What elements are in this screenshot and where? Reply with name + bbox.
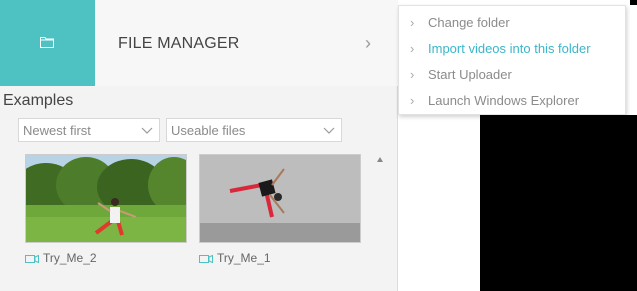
- menu-item-label: Change folder: [428, 15, 510, 30]
- folder-tile[interactable]: [0, 0, 95, 86]
- scroll-up-icon[interactable]: [376, 156, 384, 164]
- chevron-down-icon: [141, 127, 153, 134]
- file-manager-header: FILE MANAGER ›: [0, 0, 398, 86]
- menu-item-change-folder[interactable]: › Change folder: [410, 15, 510, 35]
- video-label[interactable]: Try_Me_1: [199, 251, 271, 265]
- section-title: Examples: [3, 92, 74, 109]
- video-file-icon: [25, 254, 39, 264]
- file-filter-select[interactable]: Useable files: [166, 118, 342, 142]
- menu-item-label: Start Uploader: [428, 67, 512, 82]
- file-filter-select-value: Useable files: [171, 123, 246, 138]
- video-thumbnail[interactable]: [25, 154, 187, 243]
- video-name: Try_Me_1: [217, 251, 271, 265]
- menu-item-start-uploader[interactable]: › Start Uploader: [410, 67, 512, 87]
- menu-item-launch-explorer[interactable]: › Launch Windows Explorer: [410, 93, 579, 113]
- menu-item-label: Import videos into this folder: [428, 41, 591, 56]
- sort-select[interactable]: Newest first: [18, 118, 160, 142]
- file-manager-panel: FILE MANAGER › Examples Newest first Use…: [0, 0, 398, 291]
- menu-item-label: Launch Windows Explorer: [428, 93, 580, 108]
- folder-icon: [40, 37, 54, 48]
- chevron-right-icon: ›: [410, 15, 415, 30]
- video-file-icon: [199, 254, 213, 264]
- chevron-down-icon: [323, 127, 335, 134]
- page-title: FILE MANAGER: [118, 35, 240, 52]
- video-preview-area: [480, 115, 637, 291]
- video-label[interactable]: Try_Me_2: [25, 251, 97, 265]
- chevron-right-icon: ›: [410, 67, 415, 82]
- chevron-right-icon: ›: [410, 93, 415, 108]
- folder-options-menu: › Change folder › Import videos into this …: [398, 5, 626, 115]
- chevron-right-icon[interactable]: ›: [365, 33, 371, 54]
- sort-select-value: Newest first: [23, 123, 91, 138]
- window-edge: [630, 0, 637, 5]
- chevron-right-icon: ›: [410, 41, 415, 56]
- video-thumbnail[interactable]: [199, 154, 361, 243]
- video-name: Try_Me_2: [43, 251, 97, 265]
- menu-item-import-videos[interactable]: › Import videos into this folder: [410, 41, 591, 61]
